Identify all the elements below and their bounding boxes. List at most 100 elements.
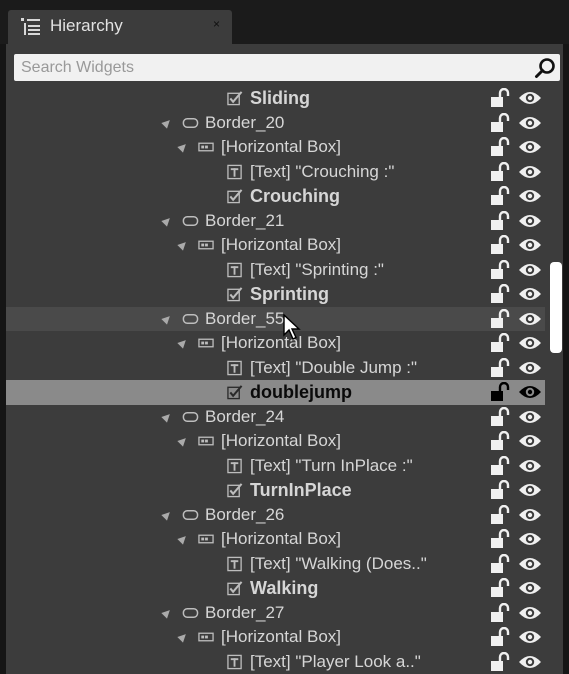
lock-icon[interactable]	[490, 529, 512, 549]
tree-row[interactable]: [Text] "Turn InPlace :"	[6, 454, 545, 479]
lock-icon[interactable]	[490, 112, 512, 133]
visibility-eye-icon[interactable]	[518, 311, 542, 327]
tree-row[interactable]: Border_26	[6, 503, 545, 528]
tree-row[interactable]: Border_27	[6, 601, 545, 626]
tree-row[interactable]: [Horizontal Box]	[6, 331, 545, 356]
tree-row-label: [Horizontal Box]	[221, 137, 341, 156]
visibility-eye-icon[interactable]	[518, 360, 542, 376]
tree-row[interactable]: [Text] "Double Jump :"	[6, 356, 545, 381]
lock-icon[interactable]	[490, 308, 512, 329]
tree-row[interactable]: Border_24	[6, 405, 545, 430]
visibility-eye-icon[interactable]	[518, 115, 542, 131]
lock-icon[interactable]	[490, 357, 512, 378]
tree-row[interactable]: [Horizontal Box]	[6, 233, 545, 258]
lock-icon[interactable]	[490, 480, 512, 500]
visibility-eye-icon[interactable]	[518, 262, 542, 278]
tree-row[interactable]: Walking	[6, 576, 545, 601]
lock-icon[interactable]	[490, 431, 512, 451]
visibility-eye-icon[interactable]	[518, 531, 542, 547]
lock-icon[interactable]	[490, 210, 512, 231]
widget-tree[interactable]: Sliding Border_20 [Horizontal Box] [Text] "…	[6, 86, 547, 674]
expand-arrow-icon[interactable]	[161, 116, 173, 129]
tree-row-label: [Horizontal Box]	[221, 235, 341, 254]
visibility-eye-icon[interactable]	[518, 213, 542, 229]
visibility-eye-icon[interactable]	[518, 556, 542, 572]
checkbox-widget-icon	[227, 385, 243, 400]
tree-row[interactable]: [Text] "Sprinting :"	[6, 258, 545, 283]
visibility-eye-icon[interactable]	[518, 335, 542, 351]
lock-icon[interactable]	[490, 161, 512, 182]
visibility-eye-icon[interactable]	[518, 188, 542, 204]
expand-arrow-icon[interactable]	[161, 606, 173, 619]
tab-bar: Hierarchy ×	[0, 0, 569, 44]
tree-row[interactable]: [Horizontal Box]	[6, 135, 545, 160]
expand-arrow-icon[interactable]	[177, 337, 189, 349]
visibility-eye-icon[interactable]	[518, 164, 542, 180]
hbox-widget-icon	[198, 240, 214, 250]
hierarchy-icon	[21, 18, 40, 35]
lock-icon[interactable]	[490, 235, 512, 255]
visibility-eye-icon[interactable]	[518, 605, 542, 621]
lock-icon[interactable]	[490, 504, 512, 525]
tree-row[interactable]: Sliding	[6, 86, 545, 111]
visibility-eye-icon[interactable]	[518, 409, 542, 425]
visibility-eye-icon[interactable]	[518, 139, 542, 155]
expand-arrow-icon[interactable]	[177, 631, 189, 643]
expand-arrow-icon[interactable]	[161, 214, 173, 227]
tree-row[interactable]: Border_20	[6, 111, 545, 136]
lock-icon[interactable]	[490, 455, 512, 476]
visibility-eye-icon[interactable]	[518, 629, 542, 645]
tree-row[interactable]: [Text] "Crouching :"	[6, 160, 545, 185]
visibility-eye-icon[interactable]	[518, 458, 542, 474]
expand-arrow-icon[interactable]	[161, 410, 173, 423]
tab-close-button[interactable]: ×	[213, 17, 220, 31]
expand-arrow-icon[interactable]	[161, 508, 173, 521]
visibility-eye-icon[interactable]	[518, 90, 542, 106]
visibility-eye-icon[interactable]	[518, 384, 542, 400]
lock-icon[interactable]	[490, 602, 512, 623]
search-icon[interactable]	[534, 57, 556, 79]
visibility-eye-icon[interactable]	[518, 482, 542, 498]
checkbox-widget-icon	[227, 483, 243, 498]
lock-icon[interactable]	[490, 578, 512, 598]
visibility-eye-icon[interactable]	[518, 507, 542, 523]
tree-row[interactable]: [Text] "Player Look a.."	[6, 650, 545, 674]
tree-row[interactable]: [Horizontal Box]	[6, 429, 545, 454]
tree-row[interactable]: Sprinting	[6, 282, 545, 307]
tree-row-label: [Text] "Crouching :"	[250, 161, 395, 181]
search-input[interactable]	[14, 54, 533, 81]
hbox-widget-icon	[198, 632, 214, 642]
expand-arrow-icon[interactable]	[161, 312, 173, 325]
lock-icon[interactable]	[490, 88, 512, 108]
visibility-eye-icon[interactable]	[518, 433, 542, 449]
expand-arrow-icon[interactable]	[177, 533, 189, 545]
tree-row[interactable]: [Horizontal Box]	[6, 527, 545, 552]
tab-hierarchy[interactable]: Hierarchy ×	[8, 10, 232, 44]
scrollbar[interactable]	[547, 86, 563, 674]
lock-icon[interactable]	[490, 284, 512, 304]
expand-arrow-icon[interactable]	[177, 239, 189, 251]
lock-icon[interactable]	[490, 627, 512, 647]
tree-row[interactable]: Border_55	[6, 306, 545, 331]
expand-arrow-icon[interactable]	[177, 141, 189, 153]
lock-icon[interactable]	[490, 553, 512, 574]
lock-icon[interactable]	[490, 382, 512, 402]
visibility-eye-icon[interactable]	[518, 580, 542, 596]
visibility-eye-icon[interactable]	[518, 654, 542, 670]
lock-icon[interactable]	[490, 406, 512, 427]
lock-icon[interactable]	[490, 333, 512, 353]
lock-icon[interactable]	[490, 259, 512, 280]
lock-icon[interactable]	[490, 186, 512, 206]
scroll-thumb[interactable]	[550, 262, 562, 353]
lock-icon[interactable]	[490, 651, 512, 672]
visibility-eye-icon[interactable]	[518, 286, 542, 302]
visibility-eye-icon[interactable]	[518, 237, 542, 253]
tree-row[interactable]: Crouching	[6, 184, 545, 209]
lock-icon[interactable]	[490, 137, 512, 157]
tree-row[interactable]: [Horizontal Box]	[6, 625, 545, 650]
tree-row[interactable]: Border_21	[6, 209, 545, 234]
tree-row[interactable]: [Text] "Walking (Does.."	[6, 552, 545, 577]
tree-row[interactable]: TurnInPlace	[6, 478, 545, 503]
tree-row[interactable]: doublejump	[6, 380, 545, 405]
expand-arrow-icon[interactable]	[177, 435, 189, 447]
